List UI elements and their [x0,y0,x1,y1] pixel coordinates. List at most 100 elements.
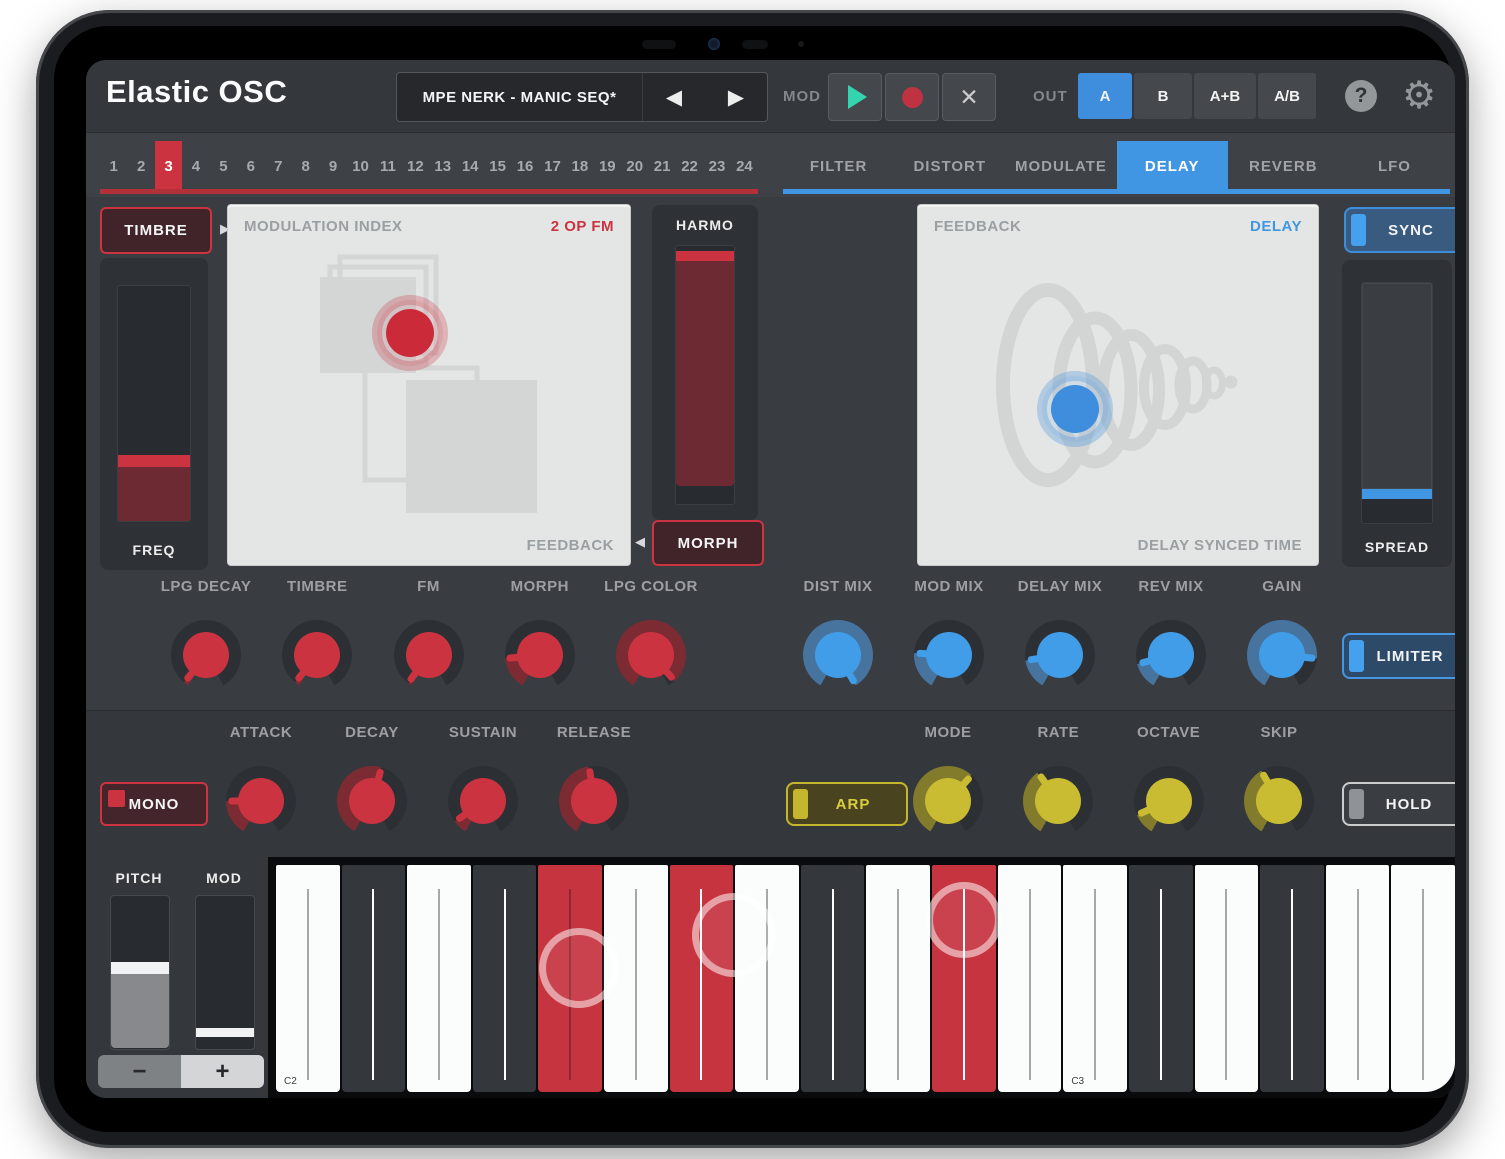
pitch-slider[interactable] [110,895,170,1050]
mod-wheel-handle[interactable] [196,1028,254,1037]
sequencer-step-8[interactable]: 8 [292,141,319,191]
knob-cap [1256,778,1302,824]
spread-slider-handle[interactable] [1362,489,1432,499]
sequencer-step-18[interactable]: 18 [566,141,593,191]
piano-key-C3[interactable]: C3 [1063,865,1127,1092]
knob-mod-mix[interactable] [914,620,984,690]
piano-key-B2[interactable] [998,865,1062,1092]
tab-distort[interactable]: DISTORT [894,141,1005,191]
out-mode-a/b[interactable]: A/B [1258,73,1316,119]
sequencer-step-22[interactable]: 22 [676,141,703,191]
piano-key-Ds3[interactable] [1260,865,1324,1092]
tab-filter[interactable]: FILTER [783,141,894,191]
knob-skip[interactable] [1244,766,1314,836]
sequencer-step-14[interactable]: 14 [456,141,483,191]
knob-lpg-decay[interactable] [171,620,241,690]
knob-timbre[interactable] [282,620,352,690]
sequencer-step-23[interactable]: 23 [703,141,730,191]
out-mode-b[interactable]: B [1134,73,1192,119]
preset-prev-icon[interactable]: ◀ [643,73,705,121]
sequencer-step-10[interactable]: 10 [347,141,374,191]
octave-down-button[interactable]: − [98,1055,181,1088]
pitch-slider-handle[interactable] [111,962,169,974]
tab-lfo[interactable]: LFO [1339,141,1450,191]
knob-lpg-color[interactable] [616,620,686,690]
sequencer-step-7[interactable]: 7 [265,141,292,191]
timbre-button[interactable]: TIMBRE [100,207,212,254]
sequencer-step-6[interactable]: 6 [237,141,264,191]
sequencer-step-9[interactable]: 9 [319,141,346,191]
morph-button[interactable]: MORPH [652,520,764,566]
tab-modulate[interactable]: MODULATE [1005,141,1116,191]
harmo-slider-handle[interactable] [676,251,734,261]
octave-up-button[interactable]: + [181,1055,264,1088]
knob-gain[interactable] [1247,620,1317,690]
sequencer-step-21[interactable]: 21 [648,141,675,191]
knob-morph[interactable] [505,620,575,690]
knob-cell-dist-mix: DIST MIX [803,578,873,690]
spread-slider-upper [1362,283,1432,489]
freq-slider[interactable] [117,285,191,522]
piano-key-D2[interactable] [407,865,471,1092]
mod-wheel-slider[interactable] [195,895,255,1050]
knob-dist-mix[interactable] [803,620,873,690]
knob-label: RELEASE [557,724,631,744]
knob-release[interactable] [559,766,629,836]
sequencer-step-24[interactable]: 24 [731,141,758,191]
sequencer-step-2[interactable]: 2 [127,141,154,191]
knob-octave[interactable] [1134,766,1204,836]
sequencer-step-15[interactable]: 15 [484,141,511,191]
spread-slider[interactable] [1361,282,1433,524]
knob-sustain[interactable] [448,766,518,836]
piano-key-C2[interactable]: C2 [276,865,340,1092]
sequencer-step-3[interactable]: 3 [155,141,182,191]
sequencer-step-16[interactable]: 16 [511,141,538,191]
knob-label: RATE [1037,724,1079,744]
out-mode-a+b[interactable]: A+B [1194,73,1256,119]
sequencer-step-20[interactable]: 20 [621,141,648,191]
sequencer-step-17[interactable]: 17 [539,141,566,191]
piano-key-F3[interactable] [1391,865,1455,1092]
knob-rev-mix[interactable] [1136,620,1206,690]
sequencer-step-19[interactable]: 19 [594,141,621,191]
sequencer-step-13[interactable]: 13 [429,141,456,191]
hold-button[interactable]: HOLD [1342,782,1455,826]
piano-key-D3[interactable] [1195,865,1259,1092]
piano-key-E3[interactable] [1326,865,1390,1092]
knob-delay-mix[interactable] [1025,620,1095,690]
sequencer-step-12[interactable]: 12 [402,141,429,191]
mod-clear-button[interactable]: ✕ [942,73,996,121]
key-center-line [307,889,309,1080]
out-mode-a[interactable]: A [1078,73,1132,119]
knob-fm[interactable] [394,620,464,690]
piano-key-Cs3[interactable] [1129,865,1193,1092]
harmo-slider[interactable] [675,245,735,505]
arp-button[interactable]: ARP [786,782,908,826]
piano-key-Ds2[interactable] [473,865,537,1092]
preset-next-icon[interactable]: ▶ [705,73,767,121]
knob-mode[interactable] [913,766,983,836]
help-button[interactable]: ? [1345,80,1377,112]
modulation-index-xy-pad[interactable]: MODULATION INDEX 2 OP FM FEEDBACK [228,205,630,565]
piano-key-Cs2[interactable] [342,865,406,1092]
preset-name[interactable]: MPE NERK - MANIC SEQ* [397,73,643,121]
delay-xy-pad[interactable]: FEEDBACK DELAY DELAY SYNCED TIME [918,205,1318,565]
piano-key-Gs2[interactable] [801,865,865,1092]
settings-button[interactable]: ⚙ [1402,73,1436,119]
knob-decay[interactable] [337,766,407,836]
sequencer-step-1[interactable]: 1 [100,141,127,191]
sync-button[interactable]: SYNC [1344,207,1455,253]
tab-reverb[interactable]: REVERB [1228,141,1339,191]
sequencer-step-11[interactable]: 11 [374,141,401,191]
piano-key-A2[interactable] [866,865,930,1092]
sequencer-step-4[interactable]: 4 [182,141,209,191]
mono-button[interactable]: MONO [100,782,208,826]
tab-delay[interactable]: DELAY [1117,141,1228,191]
knob-rate[interactable] [1023,766,1093,836]
sequencer-step-5[interactable]: 5 [210,141,237,191]
mod-play-button[interactable] [828,73,882,121]
mod-record-button[interactable] [885,73,939,121]
knob-attack[interactable] [226,766,296,836]
limiter-button[interactable]: LIMITER [1342,633,1455,679]
freq-slider-handle[interactable] [118,455,190,467]
